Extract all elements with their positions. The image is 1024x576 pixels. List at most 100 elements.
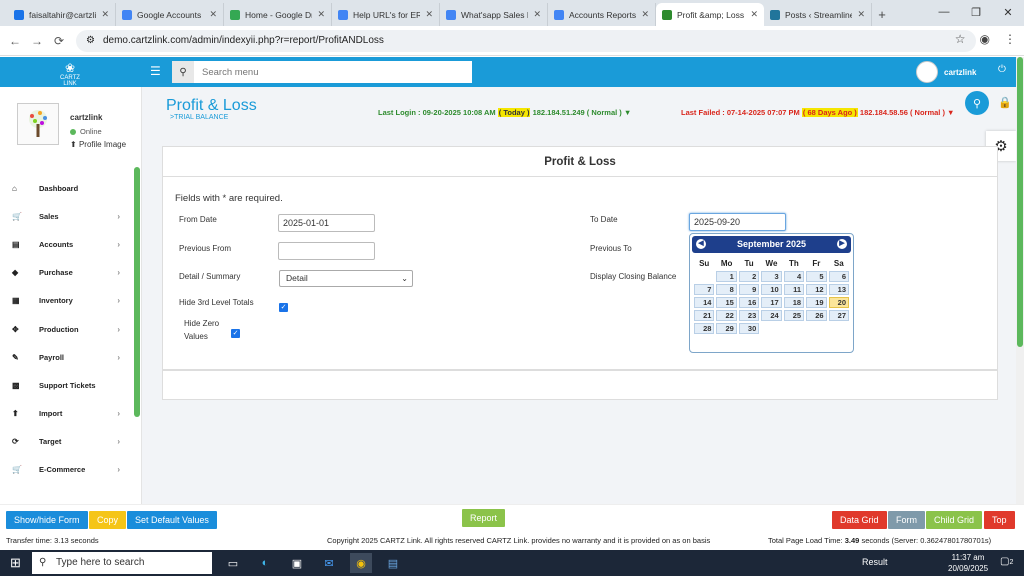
close-tab-icon[interactable]: ✕ xyxy=(533,9,541,20)
calendar-day[interactable]: 2 xyxy=(738,271,760,282)
calendar-day[interactable]: 1 xyxy=(716,271,737,282)
calendar-day[interactable]: 5 xyxy=(806,271,827,282)
windows-start-icon[interactable]: ⊞ xyxy=(10,555,21,571)
search-icon[interactable]: ⚲ xyxy=(172,61,194,83)
hide-zero-checkbox[interactable]: ✓ xyxy=(231,329,240,338)
new-tab-button[interactable]: + xyxy=(872,3,892,26)
browser-tab[interactable]: Home - Google Dri ✕ xyxy=(224,3,332,26)
chrome-icon[interactable]: ◉ xyxy=(350,553,372,573)
url-field[interactable]: ⚙ demo.cartzlink.com/admin/indexyii.php?… xyxy=(76,29,976,52)
calendar-day[interactable]: 3 xyxy=(761,271,782,282)
top-button[interactable]: Top xyxy=(984,511,1015,529)
child-grid-button[interactable]: Child Grid xyxy=(926,511,983,529)
calendar-day[interactable]: 6 xyxy=(828,271,849,282)
power-icon[interactable]: ⏻ xyxy=(998,64,1006,75)
app-icon[interactable]: ▤ xyxy=(382,553,404,573)
profile-icon[interactable]: ◉ xyxy=(980,32,990,46)
to-date-field[interactable]: 2025-09-20 xyxy=(689,213,786,231)
browser-tab[interactable]: faisaltahir@cartzli ✕ xyxy=(8,3,116,26)
calendar-day[interactable]: 29 xyxy=(716,323,737,334)
sidebar-item-dashboard[interactable]: ⌂ Dashboard xyxy=(0,174,134,202)
forward-icon[interactable]: → xyxy=(26,34,48,48)
site-info-icon[interactable]: ⚙ xyxy=(86,35,95,46)
form-button[interactable]: Form xyxy=(888,511,925,529)
sidebar-item-import[interactable]: ⬆ Import › xyxy=(0,400,134,428)
close-tab-icon[interactable]: ✕ xyxy=(857,9,865,20)
sidebar-item-production[interactable]: ✥ Production › xyxy=(0,315,134,343)
calendar-day[interactable]: 13 xyxy=(828,284,849,295)
detail-summary-select[interactable]: Detail ⌄ xyxy=(279,270,413,287)
calendar-day[interactable]: 22 xyxy=(716,310,737,321)
header-user[interactable]: cartzlink xyxy=(916,61,976,83)
back-icon[interactable]: ← xyxy=(4,34,26,48)
global-search-icon[interactable]: ⚲ xyxy=(965,91,989,115)
next-month-icon[interactable]: ▶ xyxy=(837,239,847,249)
data-grid-button[interactable]: Data Grid xyxy=(832,511,887,529)
app-logo[interactable]: ❀ CARTZ LINK xyxy=(56,61,84,87)
outlook-icon[interactable]: ✉ xyxy=(318,553,340,573)
calendar-day[interactable]: 21 xyxy=(694,310,715,321)
browser-tab[interactable]: Google Accounts ✕ xyxy=(116,3,224,26)
search-menu-input[interactable] xyxy=(194,61,472,83)
calendar-day[interactable]: 25 xyxy=(783,310,805,321)
calendar-day[interactable]: 16 xyxy=(738,297,760,308)
close-tab-icon[interactable]: ✕ xyxy=(317,9,325,20)
reload-icon[interactable]: ⟳ xyxy=(48,34,70,48)
sidebar-item-sales[interactable]: 🛒 Sales › xyxy=(0,202,134,230)
close-tab-icon[interactable]: ✕ xyxy=(209,9,217,20)
set-default-values-button[interactable]: Set Default Values xyxy=(127,511,217,529)
show-hide-form-button[interactable]: Show/hide Form xyxy=(6,511,88,529)
calendar-day[interactable]: 17 xyxy=(761,297,782,308)
calendar-day[interactable]: 19 xyxy=(806,297,827,308)
browser-tab[interactable]: Profit &amp; Loss ✕ xyxy=(656,3,764,26)
close-tab-icon[interactable]: ✕ xyxy=(750,9,758,20)
restore-icon[interactable]: ❐ xyxy=(960,0,992,24)
calendar-day[interactable]: 26 xyxy=(806,310,827,321)
bookmark-star-icon[interactable]: ☆ xyxy=(955,32,966,46)
calendar-day[interactable]: 9 xyxy=(738,284,760,295)
store-icon[interactable]: ▣ xyxy=(286,553,308,573)
minimize-icon[interactable]: — xyxy=(928,0,960,24)
browser-tab[interactable]: Posts ‹ Streamline ✕ xyxy=(764,3,872,26)
last-failed-ip[interactable]: 182.184.58.56 ( Normal ) ▼ xyxy=(860,108,955,117)
calendar-day[interactable]: 24 xyxy=(761,310,782,321)
calendar-day[interactable]: 8 xyxy=(716,284,737,295)
page-scrollbar-thumb[interactable] xyxy=(1017,57,1023,347)
hide-3rd-checkbox[interactable]: ✓ xyxy=(279,303,288,312)
calendar-day[interactable]: 4 xyxy=(783,271,805,282)
browser-tab[interactable]: Help URL's for ERI ✕ xyxy=(332,3,440,26)
calendar-day[interactable]: 12 xyxy=(806,284,827,295)
browser-tab[interactable]: Accounts Reports ✕ xyxy=(548,3,656,26)
notification-icon[interactable]: ▢2 xyxy=(1000,556,1013,567)
taskbar-clock[interactable]: 11:37 am 20/09/2025 xyxy=(948,552,988,574)
lock-icon[interactable]: 🔒 xyxy=(998,96,1012,109)
calendar-day[interactable]: 30 xyxy=(738,323,760,334)
task-view-icon[interactable]: ▭ xyxy=(222,553,244,573)
calendar-day[interactable]: 15 xyxy=(716,297,737,308)
calendar-day[interactable]: 14 xyxy=(694,297,715,308)
sidebar-item-support-tickets[interactable]: ▩ Support Tickets xyxy=(0,371,134,399)
hamburger-menu-icon[interactable]: ☰ xyxy=(150,64,161,78)
sidebar-item-target[interactable]: ⟳ Target › xyxy=(0,428,134,456)
profile-image-link[interactable]: ⬆ Profile Image xyxy=(70,140,126,149)
calendar-day[interactable]: 27 xyxy=(828,310,849,321)
close-tab-icon[interactable]: ✕ xyxy=(425,9,433,20)
calendar-day[interactable]: 11 xyxy=(783,284,805,295)
report-button[interactable]: Report xyxy=(462,509,506,527)
sidebar-scrollbar[interactable] xyxy=(134,167,140,417)
from-date-field[interactable]: 2025-01-01 xyxy=(278,214,375,232)
calendar-day[interactable]: 28 xyxy=(694,323,715,334)
previous-from-field[interactable] xyxy=(278,242,375,260)
taskbar-result[interactable]: Result xyxy=(862,557,888,567)
taskbar-search[interactable]: ⚲ Type here to search xyxy=(32,552,212,574)
page-scrollbar[interactable] xyxy=(1016,57,1024,504)
breadcrumb[interactable]: >TRIAL BALANCE xyxy=(170,114,228,121)
calendar-day[interactable]: 18 xyxy=(783,297,805,308)
sidebar-item-e-commerce[interactable]: 🛒 E-Commerce › xyxy=(0,456,134,484)
close-tab-icon[interactable]: ✕ xyxy=(641,9,649,20)
last-login-ip[interactable]: 182.184.51.249 ( Normal ) ▼ xyxy=(533,108,632,117)
sidebar-item-inventory[interactable]: ▦ Inventory › xyxy=(0,287,134,315)
browser-menu-icon[interactable]: ⋮ xyxy=(1004,32,1016,46)
sidebar-item-payroll[interactable]: ✎ Payroll › xyxy=(0,343,134,371)
browser-tab[interactable]: What'sapp Sales N ✕ xyxy=(440,3,548,26)
